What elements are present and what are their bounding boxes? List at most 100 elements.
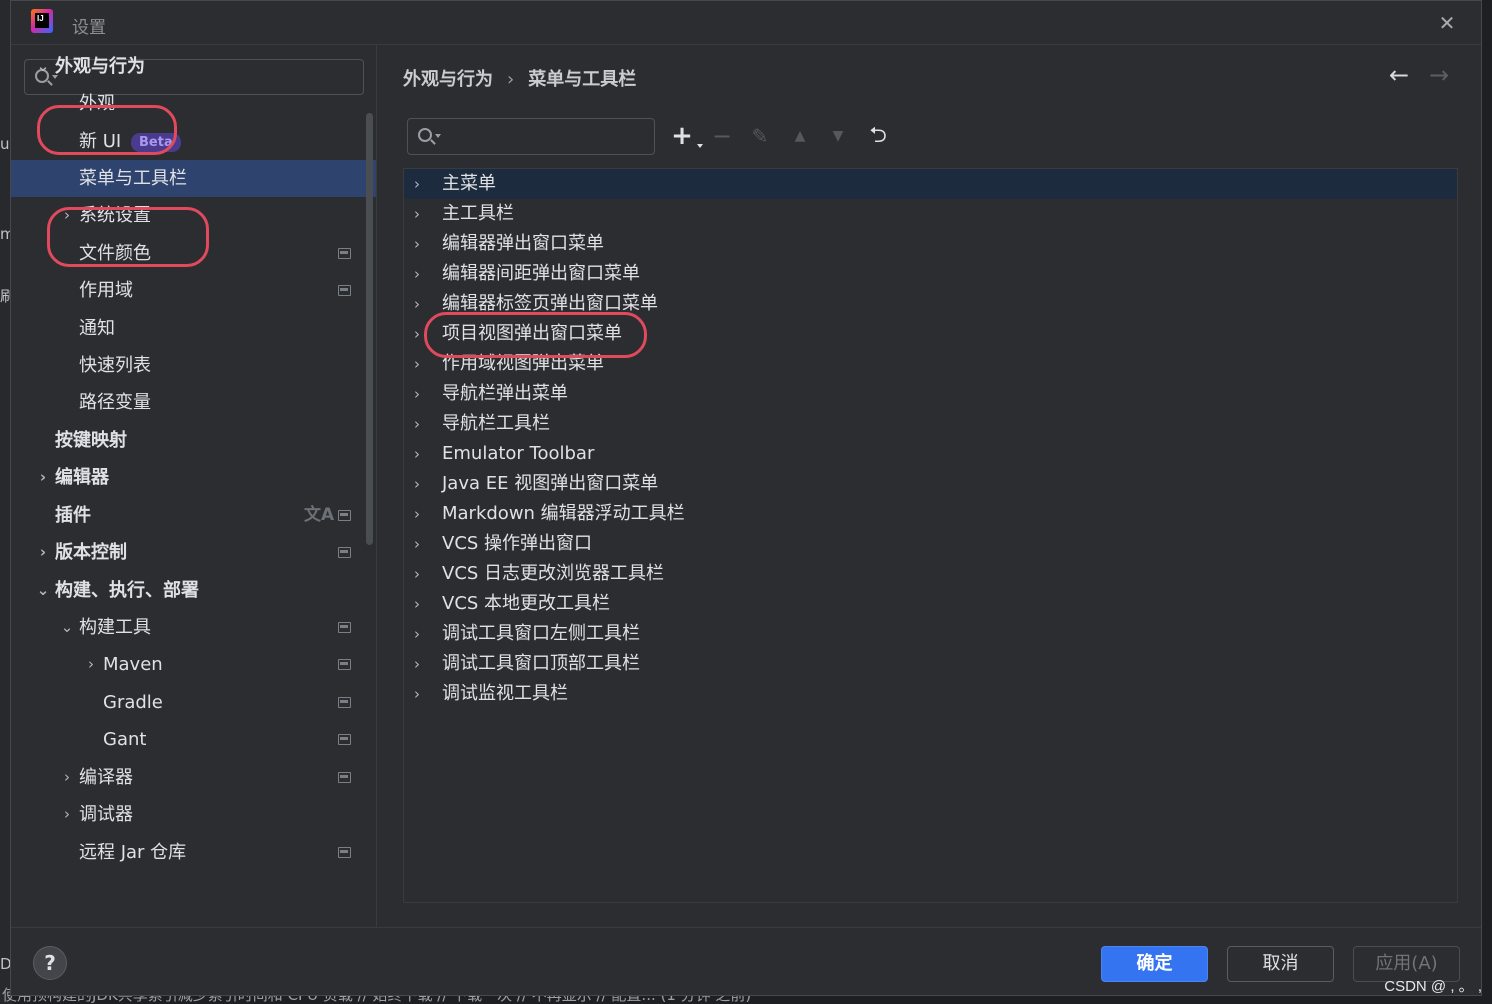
move-up-icon[interactable]: ▲ (785, 121, 815, 151)
ok-button[interactable]: 确定 (1101, 946, 1208, 982)
chevron-right-icon[interactable]: › (414, 439, 420, 469)
beta-badge: Beta (131, 133, 181, 152)
sidebar-item[interactable]: 通知 (11, 310, 376, 347)
menu-list-item[interactable]: › 项目视图弹出窗口菜单 (404, 319, 1457, 349)
chevron-right-icon[interactable]: › (59, 197, 75, 234)
sidebar-item[interactable]: 菜单与工具栏 (11, 160, 376, 197)
chevron-right-icon[interactable]: › (414, 649, 420, 679)
chevron-right-icon[interactable]: › (414, 199, 420, 229)
cancel-button[interactable]: 取消 (1227, 946, 1334, 982)
menu-list-item[interactable]: › 调试工具窗口顶部工具栏 (404, 649, 1457, 679)
menu-list-item-label: 作用域视图弹出菜单 (442, 353, 604, 374)
sidebar-item[interactable]: › 版本控制 (11, 534, 376, 571)
menu-list-item[interactable]: › Markdown 编辑器浮动工具栏 (404, 499, 1457, 529)
sidebar-item[interactable]: › 调试器 (11, 796, 376, 833)
chevron-right-icon[interactable]: › (414, 319, 420, 349)
chevron-right-icon[interactable]: › (414, 589, 420, 619)
move-down-icon[interactable]: ▼ (823, 121, 853, 151)
menu-list-item[interactable]: › VCS 本地更改工具栏 (404, 589, 1457, 619)
add-icon[interactable]: + (667, 121, 697, 151)
menu-list-item[interactable]: › 导航栏工具栏 (404, 409, 1457, 439)
chevron-right-icon[interactable]: › (414, 289, 420, 319)
chevron-right-icon[interactable]: › (414, 499, 420, 529)
sidebar-item-label: 外观与行为 (55, 56, 145, 77)
chevron-right-icon[interactable]: › (414, 679, 420, 709)
sidebar-item[interactable]: › Maven (11, 646, 376, 683)
csdn-watermark: CSDN @ , 。 , (1384, 978, 1482, 995)
intellij-logo-icon: IJ (31, 9, 53, 33)
menu-list-item-label: VCS 日志更改浏览器工具栏 (442, 563, 665, 584)
chevron-right-icon[interactable]: › (59, 759, 75, 796)
restore-defaults-icon[interactable]: ⮌ (863, 121, 893, 151)
chevron-right-icon[interactable]: › (414, 559, 420, 589)
sidebar-item-label: 编译器 (79, 767, 133, 788)
chevron-right-icon[interactable]: › (414, 529, 420, 559)
chevron-right-icon[interactable]: › (59, 796, 75, 833)
sidebar-item[interactable]: 按键映射 (11, 422, 376, 459)
menu-list-item[interactable]: › Emulator Toolbar (404, 439, 1457, 469)
sidebar-item[interactable]: 快速列表 (11, 347, 376, 384)
edit-icon[interactable]: ✎ (745, 121, 775, 151)
sidebar-item-label: 路径变量 (79, 392, 151, 413)
chevron-right-icon[interactable]: › (414, 469, 420, 499)
menu-list-item-label: 主工具栏 (442, 203, 514, 224)
chevron-right-icon[interactable]: › (83, 646, 99, 683)
chevron-right-icon[interactable]: › (414, 409, 420, 439)
menu-list-item-label: Java EE 视图弹出窗口菜单 (442, 473, 659, 494)
sidebar-item[interactable]: 新 UI Beta (11, 123, 376, 160)
menu-list-item[interactable]: › 主菜单 (404, 169, 1457, 199)
remove-icon[interactable]: − (707, 121, 737, 151)
menu-list-item[interactable]: › 主工具栏 (404, 199, 1457, 229)
chevron-down-icon[interactable]: ⌄ (59, 609, 75, 646)
chevron-right-icon[interactable]: › (414, 229, 420, 259)
breadcrumb-parent[interactable]: 外观与行为 (403, 69, 493, 90)
sidebar-item[interactable]: Gant (11, 721, 376, 758)
sidebar-item[interactable]: › 编辑器 (11, 459, 376, 496)
chevron-right-icon[interactable]: › (414, 169, 420, 199)
sidebar-item[interactable]: Gradle (11, 684, 376, 721)
add-dropdown-caret-icon[interactable] (697, 144, 703, 148)
sidebar-item[interactable]: 远程 Jar 仓库 (11, 834, 376, 871)
chevron-right-icon[interactable]: › (414, 349, 420, 379)
menu-list-item[interactable]: › 调试监视工具栏 (404, 679, 1457, 709)
sidebar-item[interactable]: 文件颜色 (11, 235, 376, 272)
sidebar-scrollbar[interactable] (366, 113, 373, 545)
sidebar-item[interactable]: 作用域 (11, 272, 376, 309)
chevron-right-icon[interactable]: › (414, 619, 420, 649)
sidebar-item[interactable]: 插件 文A (11, 497, 376, 534)
sidebar-item-label: 新 UI (79, 131, 122, 152)
menu-list-item[interactable]: › 导航栏弹出菜单 (404, 379, 1457, 409)
chevron-right-icon[interactable]: › (35, 459, 51, 496)
sidebar-item[interactable]: ⌄ 构建工具 (11, 609, 376, 646)
toolbar-search-input[interactable] (444, 119, 650, 154)
toolbar-search-field[interactable] (407, 118, 655, 155)
menu-list-item[interactable]: › 编辑器标签页弹出窗口菜单 (404, 289, 1457, 319)
breadcrumb-current: 菜单与工具栏 (528, 69, 637, 90)
sidebar-item[interactable]: ⌄ 外观与行为 (11, 48, 376, 85)
forward-arrow-icon[interactable]: → (1429, 61, 1449, 89)
sidebar-item-label: 插件 (55, 505, 91, 526)
sidebar-item[interactable]: 外观 (11, 85, 376, 122)
translate-icon: 文A (304, 505, 335, 525)
sidebar-item[interactable]: ⌄ 构建、执行、部署 (11, 572, 376, 609)
menu-list-item[interactable]: › VCS 日志更改浏览器工具栏 (404, 559, 1457, 589)
help-button[interactable]: ? (33, 946, 67, 980)
menu-list-item[interactable]: › 调试工具窗口左侧工具栏 (404, 619, 1457, 649)
sidebar-item[interactable]: › 系统设置 (11, 197, 376, 234)
menu-list-item[interactable]: › Java EE 视图弹出窗口菜单 (404, 469, 1457, 499)
sidebar-item[interactable]: 路径变量 (11, 384, 376, 421)
back-arrow-icon[interactable]: ← (1389, 61, 1409, 89)
menu-list-item[interactable]: › 编辑器间距弹出窗口菜单 (404, 259, 1457, 289)
menu-list-item[interactable]: › VCS 操作弹出窗口 (404, 529, 1457, 559)
chevron-down-icon[interactable]: ⌄ (35, 572, 51, 609)
chevron-right-icon[interactable]: › (35, 534, 51, 571)
chevron-down-icon[interactable]: ⌄ (35, 48, 51, 85)
chevron-right-icon[interactable]: › (414, 259, 420, 289)
chevron-right-icon[interactable]: › (414, 379, 420, 409)
menu-list-item[interactable]: › 编辑器弹出窗口菜单 (404, 229, 1457, 259)
menu-list-item[interactable]: › 作用域视图弹出菜单 (404, 349, 1457, 379)
close-button[interactable]: ✕ (1435, 11, 1459, 35)
breadcrumb-separator-icon: › (507, 69, 515, 90)
sidebar-item[interactable]: › 编译器 (11, 759, 376, 796)
sidebar-item-label: Gradle (103, 692, 163, 713)
